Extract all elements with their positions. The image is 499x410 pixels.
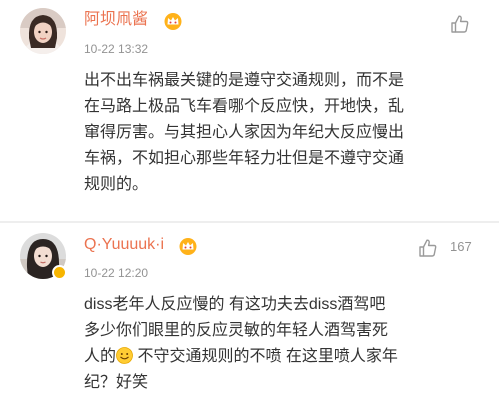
smile-emoji-icon <box>116 347 133 364</box>
comment-text-line: 在马路上极品飞车看哪个反应快，开地快，乱 <box>84 98 405 115</box>
comment-text-line: 车祸，不如担心那些年轻力壮但是不遵守交通 <box>84 150 405 167</box>
comment-text-line: 窜得厉害。与其担心人家因为年纪大反应慢出 <box>84 124 405 141</box>
comment-item: Q·Yuuuuk·i 10-22 12:20 167 diss老年人反应慢的 有… <box>0 223 499 410</box>
comment-text-line: 出不出车祸最关键的是遵守交通规则，而不是 <box>84 72 405 89</box>
username[interactable]: 阿坝凧酱 <box>84 10 148 30</box>
verified-badge <box>52 265 67 280</box>
comment-text-segment: 人的 <box>84 348 117 365</box>
vip-crown-icon <box>163 12 183 30</box>
comment-text: diss老年人反应慢的 有这功夫去diss酒驾吧 多少你们眼里的反应灵敏的年轻人… <box>84 292 479 396</box>
comment-text-line: 纪？好笑 <box>84 374 149 391</box>
comment-text-line: 多少你们眼里的反应灵敏的年轻人酒驾害死 <box>84 322 389 339</box>
comment-text: 出不出车祸最关键的是遵守交通规则，而不是 在马路上极品飞车看哪个反应快，开地快，… <box>84 68 479 198</box>
comment-text-segment: 不守交通规则的不喷 在这里喷人家年 <box>133 348 398 365</box>
thumbs-up-icon[interactable] <box>417 237 439 259</box>
comment-list: 阿坝凧酱 10-22 13:32 出不出车祸最关键的是遵守交通规则，而不是 在马… <box>0 0 499 410</box>
comment-time: 10-22 13:32 <box>84 42 149 56</box>
comment-text-line: 人的 不守交通规则的不喷 在这里喷人家年 <box>84 344 479 370</box>
like-count: 167 <box>450 239 472 254</box>
username[interactable]: Q·Yuuuuk·i <box>84 235 164 255</box>
avatar[interactable] <box>20 8 66 54</box>
comment-time: 10-22 12:20 <box>84 266 149 280</box>
vip-crown-icon <box>178 237 198 255</box>
comment-text-line: diss老年人反应慢的 有这功夫去diss酒驾吧 <box>84 296 386 313</box>
comment-text-line: 规则的。 <box>84 176 149 193</box>
comment-item: 阿坝凧酱 10-22 13:32 出不出车祸最关键的是遵守交通规则，而不是 在马… <box>0 0 499 222</box>
thumbs-up-icon[interactable] <box>449 13 471 35</box>
